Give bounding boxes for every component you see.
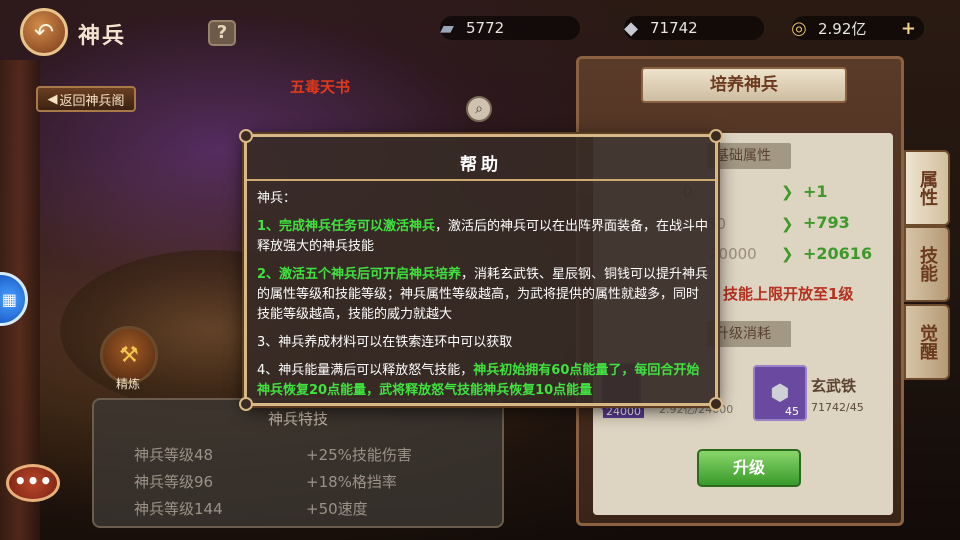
stat-new-value: +1 bbox=[803, 182, 828, 201]
help-paragraph-2: 2、激活五个神兵后可开启神兵培养，消耗玄武铁、星辰钢、铜钱可以提升神兵的属性等级… bbox=[257, 265, 711, 325]
iron-progress: 71742/45 bbox=[811, 401, 864, 414]
skill-limit-text: 技能上限开放至1级 bbox=[723, 285, 854, 303]
skill-row: 神兵等级48 +25%技能伤害 bbox=[134, 444, 412, 465]
skill-panel-title: 神兵特技 bbox=[267, 410, 328, 428]
stat-new-value: +20616 bbox=[803, 244, 873, 263]
skill-row: 神兵等级144 +50速度 bbox=[134, 498, 368, 519]
back-button[interactable]: ↶ bbox=[20, 8, 68, 56]
upgrade-cost-tag: 升级消耗 bbox=[707, 321, 791, 347]
refine-label: 精炼 bbox=[116, 377, 141, 391]
weapon-skill-panel: 神兵特技 神兵等级48 +25%技能伤害 神兵等级96 +18%格挡率 神兵等级… bbox=[92, 398, 504, 528]
resource-coin: ◎ 2.92亿 + bbox=[791, 16, 924, 40]
chat-button[interactable]: ••• bbox=[6, 464, 60, 502]
tab-attributes[interactable]: 属性 bbox=[904, 150, 950, 226]
resource-iron: ▰ 5772 bbox=[440, 16, 580, 40]
cultivate-panel-title: 培养神兵 bbox=[641, 67, 847, 103]
help-paragraph-1: 1、完成神兵任务可以激活神兵，激活后的神兵可以在出阵界面装备，在战斗中释放强大的… bbox=[257, 217, 711, 257]
base-attr-tag: 基础属性 bbox=[707, 143, 791, 169]
stat-new-value: +793 bbox=[803, 213, 850, 232]
corner-ornament bbox=[709, 397, 723, 411]
magnifier-button[interactable]: ⌕ bbox=[466, 96, 492, 122]
help-button[interactable]: ? bbox=[208, 20, 236, 46]
copper-coin-icon: ◎ bbox=[791, 17, 807, 39]
magnifier-icon: ⌕ bbox=[475, 101, 483, 117]
back-arrow-icon: ↶ bbox=[33, 18, 55, 46]
xuanwu-iron-icon: ⬢ bbox=[770, 380, 790, 406]
skill-level: 神兵等级144 bbox=[134, 500, 223, 518]
iron-badge: 45 bbox=[785, 405, 799, 418]
help-paragraph-4: 4、神兵能量满后可以释放怒气技能，神兵初始拥有60点能量了，每回合开始神兵恢复2… bbox=[257, 361, 711, 401]
upgrade-button[interactable]: 升级 bbox=[697, 449, 801, 487]
anvil-icon: ⚒ bbox=[119, 342, 139, 368]
return-weapon-hall-button[interactable]: ◀ 返回神兵阁 bbox=[36, 86, 136, 112]
help-content: 神兵： 1、完成神兵任务可以激活神兵，激活后的神兵可以在出阵界面装备，在战斗中释… bbox=[257, 189, 711, 409]
help-intro: 神兵： bbox=[257, 191, 297, 206]
skill-effect: +18%格挡率 bbox=[306, 473, 397, 491]
tab-skills[interactable]: 技能 bbox=[904, 226, 950, 302]
return-label: 返回神兵阁 bbox=[59, 93, 125, 109]
add-coin-button[interactable]: + bbox=[901, 18, 916, 39]
arrow-right-icon: ❯ bbox=[781, 245, 794, 263]
help-p4-text: 4、神兵能量满后可以释放怒气技能， bbox=[257, 363, 474, 378]
resource-iron-value: 5772 bbox=[466, 19, 505, 37]
iron-name: 玄武铁 bbox=[811, 377, 857, 395]
corner-ornament bbox=[239, 129, 253, 143]
help-paragraph-3: 3、神兵养成材料可以在铁索连环中可以获取 bbox=[257, 335, 513, 350]
tab-awaken[interactable]: 觉醒 bbox=[904, 304, 950, 380]
resource-steel-value: 71742 bbox=[650, 19, 698, 37]
arrow-left-icon: ◀ bbox=[47, 91, 58, 107]
resource-coin-value: 2.92亿 bbox=[818, 19, 867, 38]
corner-ornament bbox=[239, 397, 253, 411]
skill-effect: +50速度 bbox=[306, 500, 368, 518]
meteor-steel-icon: ◆ bbox=[624, 17, 638, 39]
page-title: 神兵 bbox=[78, 24, 127, 49]
resource-steel: ◆ 71742 bbox=[624, 16, 764, 40]
help-p1-highlight: 1、完成神兵任务可以激活神兵 bbox=[257, 219, 436, 234]
skill-level: 神兵等级48 bbox=[134, 446, 214, 464]
corner-ornament bbox=[709, 129, 723, 143]
grid-icon: ▦ bbox=[1, 289, 17, 309]
top-bar: ↶ 神兵 ? ▰ 5772 ◆ 71742 ◎ 2.92亿 + bbox=[0, 0, 960, 60]
help-divider bbox=[247, 179, 715, 181]
skill-effect: +25%技能伤害 bbox=[306, 446, 412, 464]
help-dialog: 帮助 神兵： 1、完成神兵任务可以激活神兵，激活后的神兵可以在出阵界面装备，在战… bbox=[239, 129, 723, 411]
iron-ingot-icon: ▰ bbox=[440, 17, 454, 39]
help-dialog-title: 帮助 bbox=[460, 155, 502, 175]
arrow-right-icon: ❯ bbox=[781, 183, 794, 201]
skill-row: 神兵等级96 +18%格挡率 bbox=[134, 471, 397, 492]
help-p2-highlight: 2、激活五个神兵后可开启神兵培养 bbox=[257, 267, 462, 282]
skill-level: 神兵等级96 bbox=[134, 473, 214, 491]
weapon-name: 五毒天书 bbox=[290, 78, 351, 96]
arrow-right-icon: ❯ bbox=[781, 215, 794, 233]
